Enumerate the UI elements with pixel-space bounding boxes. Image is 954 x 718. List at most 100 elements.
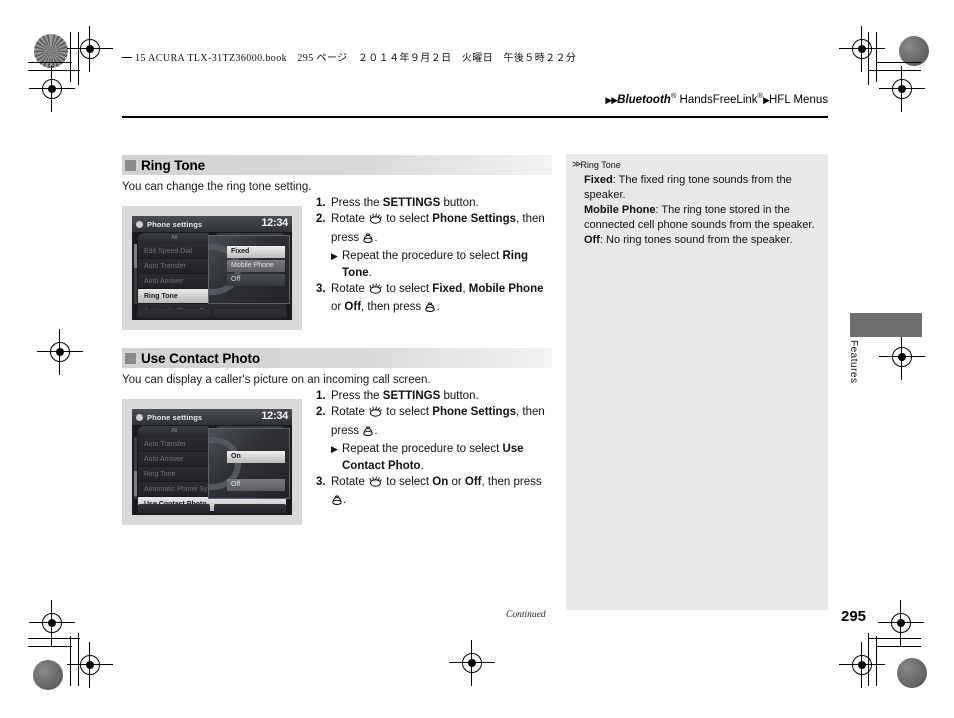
screen-bottom-slot <box>214 504 286 513</box>
registration-mark-left-middle <box>37 329 83 375</box>
dot-print-mark-bottom-right <box>897 658 927 688</box>
manual-page: 15 ACURA TLX-31TZ36000.book 295 ページ ２０１４… <box>0 0 954 718</box>
section-intro-ring-tone: You can change the ring tone setting. <box>122 181 312 193</box>
popup-option-off[interactable]: Off <box>227 479 285 491</box>
trim-line <box>868 633 870 686</box>
body-text: : No ring tones sound from the speaker. <box>599 234 793 246</box>
note-line: Off: No ring tones sound from the speake… <box>584 233 820 248</box>
popup-option-fixed[interactable]: Fixed <box>227 246 285 258</box>
body-text: button. <box>440 390 479 402</box>
body-text: . <box>374 231 378 244</box>
body-text: to select <box>383 283 433 296</box>
press-knob-icon <box>363 425 374 441</box>
step-number: 3. <box>316 283 326 296</box>
emphasis-text: Off <box>464 476 482 489</box>
step-item: 2. Rotate to select Phone Settings, then … <box>316 211 554 248</box>
body-text: . <box>374 424 378 437</box>
note-line: Fixed: The fixed ring tone sounds from t… <box>584 173 820 203</box>
substep-text: Repeat the procedure to select Use Conta… <box>342 441 554 474</box>
popup-option-on[interactable]: On <box>227 451 285 463</box>
side-note-title: Ring Tone <box>580 159 621 170</box>
substep-arrow-icon: ▶ <box>331 251 338 262</box>
body-text: Press the <box>331 197 383 209</box>
screen-title-text: Phone settings <box>147 219 203 229</box>
emphasis-text: SETTINGS <box>382 390 441 402</box>
screen-bottom-bar <box>138 504 286 513</box>
screen-bottom-slot <box>214 309 286 318</box>
rotary-knob-icon <box>369 213 382 229</box>
registration-mark-top-left-inner <box>29 66 75 112</box>
body-text: Rotate <box>331 283 369 296</box>
body-text: : The fixed ring tone sounds from the sp… <box>584 174 792 201</box>
registration-mark-bottom-center <box>449 640 495 686</box>
body-text: . <box>420 459 424 472</box>
note-marker-icon: ≫ <box>572 159 582 169</box>
substep-arrow-icon: ▶ <box>331 444 338 455</box>
screen-bottom-slot <box>138 309 210 318</box>
trim-line <box>868 32 870 85</box>
trim-line <box>877 62 921 64</box>
screen-popup-use-contact-photo[interactable]: On Off <box>208 428 290 499</box>
step-item: 1. Press the SETTINGS button. <box>316 388 554 404</box>
body-text: Repeat the procedure to select <box>342 250 503 263</box>
emphasis-text: Mobile Phone <box>584 204 656 216</box>
screen-scrollbar[interactable] <box>134 244 137 304</box>
screen-clock: 12:34 <box>261 217 288 229</box>
steps-ring-tone: 1. Press the SETTINGS button. 2. Rotate to … <box>316 195 554 318</box>
rotary-knob-icon <box>369 476 382 492</box>
breadcrumb-product: HandsFreeLink <box>676 94 758 106</box>
step-text: Press the SETTINGS button. <box>331 195 554 211</box>
screen-tab-all[interactable]: All <box>138 426 211 437</box>
nav-screen-figure-use-contact-photo: Phone settings 12:34 All Phone Auto Tran… <box>122 399 302 525</box>
trim-line <box>78 32 80 85</box>
registration-mark-bottom-left-outer <box>67 642 113 688</box>
book-file-line: 15 ACURA TLX-31TZ36000.book 295 ページ ２０１４… <box>122 49 576 64</box>
substep-text: Repeat the procedure to select Ring Tone… <box>342 248 554 281</box>
screen-scrollbar[interactable] <box>134 437 137 499</box>
body-text: Rotate <box>331 476 369 489</box>
section-header-use-contact-photo: Use Contact Photo <box>122 348 552 368</box>
screen-tab-all[interactable]: All <box>138 233 211 244</box>
registration-mark-right-middle <box>879 334 925 380</box>
breadcrumb: ▶▶Bluetooth® HandsFreeLink®▶HFL Menus <box>605 91 828 106</box>
body-text: to select <box>383 213 433 226</box>
section-title: Use Contact Photo <box>141 350 261 366</box>
body-text: to select <box>383 476 433 489</box>
popup-option-list[interactable]: On Off <box>227 451 285 493</box>
step-item: 3. Rotate to select On or Off, then press… <box>316 474 554 511</box>
screen-popup-ring-tone[interactable]: Fixed Mobile Phone Off <box>208 235 290 304</box>
nav-screen-ring-tone: Phone settings 12:34 All Phone Edit Spee… <box>132 216 292 320</box>
book-file-text: 15 ACURA TLX-31TZ36000.book 295 ページ ２０１４… <box>135 53 577 64</box>
trim-line <box>78 633 80 686</box>
emphasis-text: Fixed <box>584 174 613 186</box>
popup-option-list[interactable]: Fixed Mobile Phone Off <box>227 246 285 288</box>
step-number: 1. <box>316 390 326 402</box>
trim-line <box>869 638 921 640</box>
section-header-ring-tone: Ring Tone <box>122 155 552 175</box>
step-text: Rotate to select On or Off, then press . <box>331 474 554 511</box>
trim-line <box>876 32 878 82</box>
step-text: Rotate to select Phone Settings, then pr… <box>331 404 554 441</box>
section-bullet-icon <box>125 159 136 171</box>
emphasis-text: Fixed <box>432 283 463 296</box>
section-title: Ring Tone <box>141 157 206 173</box>
step-text: Rotate to select Phone Settings, then pr… <box>331 211 554 248</box>
body-text: Rotate <box>331 213 369 226</box>
steps-use-contact-photo: 1. Press the SETTINGS button. 2. Rotate to … <box>316 388 554 511</box>
phone-icon <box>136 220 143 228</box>
popup-option-off[interactable]: Off <box>227 274 285 286</box>
emphasis-text: Mobile Phone <box>468 283 544 296</box>
breadcrumb-current: HFL Menus <box>768 94 828 106</box>
page-number: 295 <box>841 608 867 625</box>
breadcrumb-brand: Bluetooth <box>617 94 671 106</box>
step-substep: ▶ Repeat the procedure to select Use Cont… <box>316 441 554 474</box>
body-text: Rotate <box>331 406 369 419</box>
step-number: 2. <box>316 406 326 419</box>
chapter-thumb-tab <box>850 313 922 337</box>
press-knob-icon <box>425 301 436 317</box>
popup-option-mobile-phone[interactable]: Mobile Phone <box>227 260 285 272</box>
trim-line <box>70 636 72 686</box>
screen-title-text: Phone settings <box>147 412 203 422</box>
body-text: or <box>448 476 465 489</box>
step-number: 3. <box>316 476 326 489</box>
